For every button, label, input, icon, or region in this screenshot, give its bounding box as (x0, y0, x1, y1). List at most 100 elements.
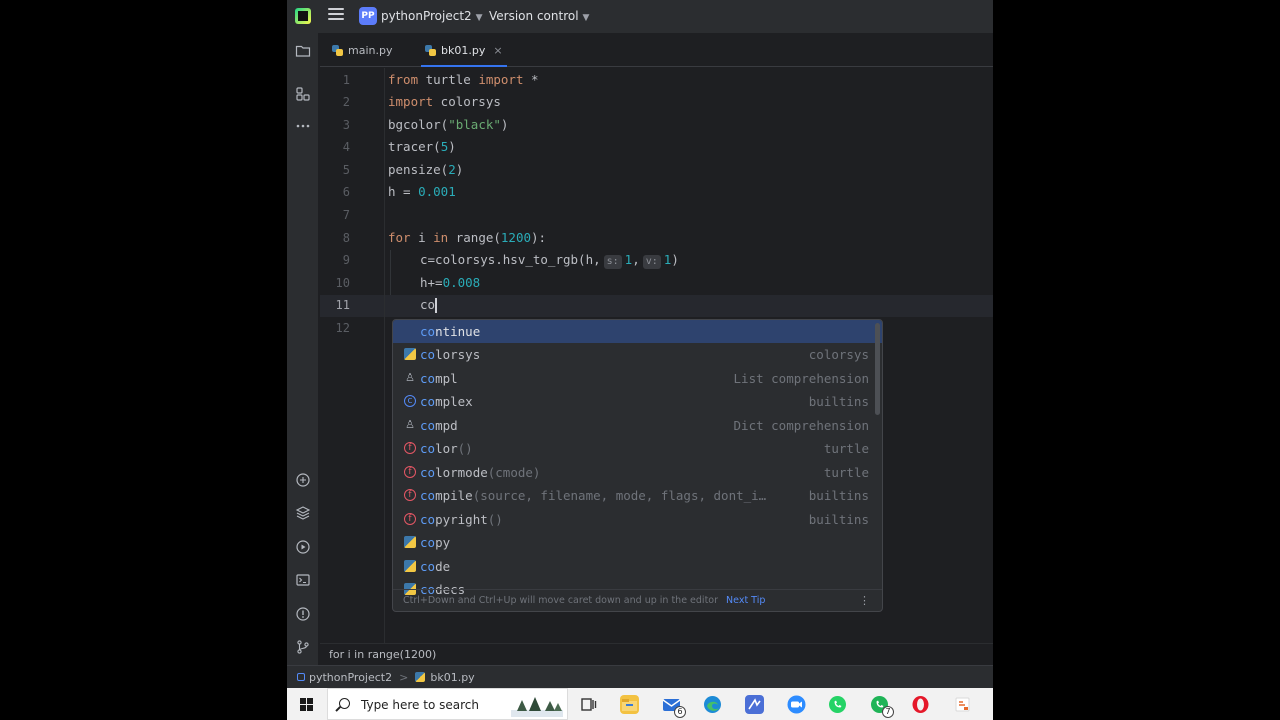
file-explorer-icon[interactable] (620, 695, 639, 714)
python-module-icon (404, 348, 416, 360)
class-icon: c (404, 395, 416, 407)
line-number: 2 (342, 95, 350, 109)
code-line-4: tracer(5) (388, 139, 456, 154)
python-file-icon (415, 672, 426, 682)
more-options-icon[interactable]: ⋮ (859, 594, 870, 607)
mail-badge: 6 (674, 706, 686, 718)
completion-item[interactable]: f compile(source, filename, mode, flags,… (393, 484, 882, 507)
next-tip-link[interactable]: Next Tip (726, 595, 765, 606)
completion-item[interactable]: colorsys colorsys (393, 343, 882, 366)
opera-browser-icon[interactable] (911, 695, 930, 714)
problems-icon[interactable] (295, 606, 311, 622)
office-app-icon[interactable] (953, 695, 972, 714)
version-control-label: Version control (489, 9, 579, 23)
edge-browser-icon[interactable] (703, 695, 722, 714)
whiteboard-app-icon[interactable] (745, 695, 764, 714)
terminal-icon[interactable] (295, 572, 311, 588)
zoom-icon[interactable] (787, 695, 806, 714)
line-number: 10 (335, 276, 350, 290)
project-name: pythonProject2 (381, 9, 472, 23)
search-icon (339, 698, 350, 709)
chevron-down-icon: ▼ (475, 13, 483, 23)
search-placeholder: Type here to search (361, 698, 479, 712)
whatsapp-icon[interactable] (828, 695, 847, 714)
indent-guide (390, 250, 391, 295)
windows-taskbar: Type here to search 6 7 (287, 688, 993, 720)
breadcrumb-label: for i in range(1200) (329, 648, 437, 661)
main-menu-icon[interactable] (328, 8, 344, 22)
tool-window-strip (287, 33, 319, 665)
windows-start-icon[interactable] (300, 698, 313, 711)
project-folder-icon[interactable] (295, 43, 311, 59)
line-number: 6 (342, 185, 350, 199)
code-line-1: from turtle import * (388, 72, 539, 87)
function-icon: f (404, 513, 416, 525)
mail-icon[interactable]: 6 (662, 695, 686, 718)
tab-label: bk01.py (441, 43, 486, 57)
whatsapp-business-icon[interactable]: 7 (870, 695, 894, 718)
code-line-9: c=colorsys.hsv_to_rgb(h, s: 1, v: 1) (420, 252, 679, 269)
popup-scrollbar[interactable] (875, 323, 880, 415)
python-module-icon (404, 536, 416, 548)
project-selector[interactable]: pythonProject2 ▼ (381, 9, 483, 23)
live-template-icon: ♙ (405, 418, 415, 431)
tab-bk01-py[interactable]: bk01.py × (421, 33, 507, 67)
search-highlight-trees-icon (511, 697, 563, 717)
close-tab-icon[interactable]: × (493, 44, 502, 57)
line-number: 8 (342, 231, 350, 245)
module-icon (297, 673, 305, 681)
status-project[interactable]: pythonProject2 (309, 671, 392, 684)
project-badge[interactable]: PP (359, 7, 377, 25)
breadcrumb[interactable]: for i in range(1200) (320, 643, 993, 665)
live-template-icon: ♙ (405, 371, 415, 384)
task-view-icon[interactable] (579, 695, 598, 714)
completion-item[interactable]: code (393, 555, 882, 578)
function-icon: f (404, 466, 416, 478)
more-tools-icon[interactable] (295, 118, 311, 134)
tab-label: main.py (348, 43, 393, 57)
code-line-3: bgcolor("black") (388, 117, 509, 132)
version-control-menu[interactable]: Version control ▼ (489, 9, 589, 23)
completion-item[interactable]: ♙ compl List comprehension (393, 367, 882, 390)
line-number: 3 (342, 118, 350, 132)
completion-item[interactable]: ♙ compd Dict comprehension (393, 414, 882, 437)
line-number: 11 (335, 298, 350, 312)
git-branch-icon[interactable] (295, 639, 311, 655)
layers-icon[interactable] (295, 505, 311, 521)
whatsapp-badge: 7 (882, 706, 894, 718)
code-line-11: co (420, 297, 437, 313)
code-line-8: for i in range(1200): (388, 230, 547, 245)
function-icon: f (404, 442, 416, 454)
completion-item[interactable]: c complex builtins (393, 390, 882, 413)
python-module-icon (404, 560, 416, 572)
separator-chevron-icon: > (399, 670, 409, 684)
python-console-icon[interactable] (295, 472, 311, 488)
code-line-6: h = 0.001 (388, 184, 456, 199)
completion-item[interactable]: f colormode(cmode) turtle (393, 461, 882, 484)
run-icon[interactable] (295, 539, 311, 555)
tab-main-py[interactable]: main.py (332, 33, 392, 67)
completion-item[interactable]: f copyright() builtins (393, 508, 882, 531)
pycharm-logo-icon[interactable] (295, 8, 311, 24)
completion-item[interactable]: f color() turtle (393, 437, 882, 460)
line-number: 4 (342, 140, 350, 154)
code-line-2: import colorsys (388, 94, 501, 109)
footer-tip: Ctrl+Down and Ctrl+Up will move caret do… (403, 595, 719, 606)
line-number: 7 (342, 208, 350, 222)
chevron-down-icon: ▼ (582, 13, 590, 23)
gutter-divider (384, 68, 385, 643)
line-number: 12 (335, 321, 350, 335)
structure-icon[interactable] (295, 86, 311, 102)
completion-item[interactable]: continue (393, 320, 882, 343)
taskbar-search-box[interactable]: Type here to search (327, 688, 568, 720)
line-number: 5 (342, 163, 350, 177)
code-line-10: h+=0.008 (420, 275, 481, 290)
status-file[interactable]: bk01.py (430, 671, 474, 684)
code-line-5: pensize(2) (388, 162, 464, 177)
python-file-icon (332, 44, 343, 56)
popup-footer: Ctrl+Down and Ctrl+Up will move caret do… (393, 589, 882, 611)
completion-item[interactable]: copy (393, 531, 882, 554)
active-tab-indicator (421, 65, 507, 67)
line-number: 9 (342, 253, 350, 267)
parameter-hint: v: (642, 255, 661, 269)
